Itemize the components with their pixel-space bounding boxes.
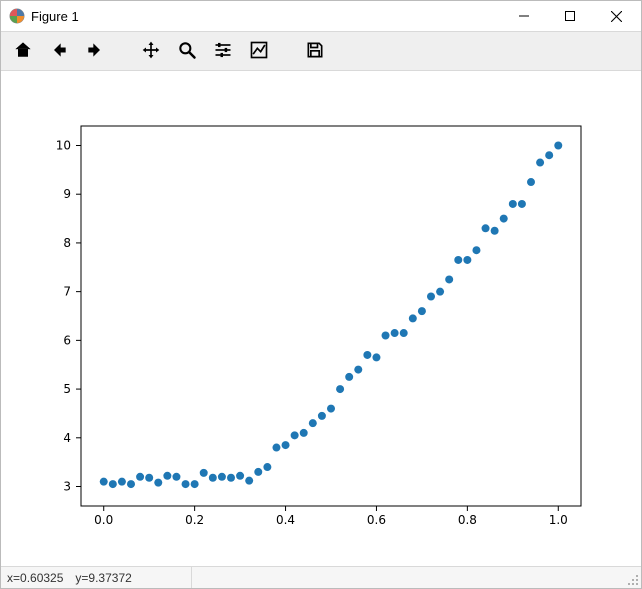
svg-text:9: 9: [63, 187, 71, 201]
pan-button[interactable]: [135, 35, 167, 67]
home-icon: [13, 40, 33, 63]
svg-text:4: 4: [63, 431, 71, 445]
svg-text:6: 6: [63, 333, 71, 347]
back-button[interactable]: [43, 35, 75, 67]
zoom-icon: [177, 40, 197, 63]
svg-text:8: 8: [63, 236, 71, 250]
move-icon: [141, 40, 161, 63]
svg-text:10: 10: [56, 138, 71, 152]
home-button[interactable]: [7, 35, 39, 67]
sliders-icon: [213, 40, 233, 63]
svg-text:0.8: 0.8: [458, 513, 477, 527]
arrow-left-icon: [49, 40, 69, 63]
arrow-right-icon: [85, 40, 105, 63]
svg-text:0.6: 0.6: [367, 513, 386, 527]
toolbar: [1, 31, 641, 71]
minimize-button[interactable]: [501, 1, 547, 31]
svg-text:1.0: 1.0: [549, 513, 568, 527]
configure-button[interactable]: [207, 35, 239, 67]
status-y: y=9.37372: [75, 571, 131, 585]
svg-text:0.0: 0.0: [94, 513, 113, 527]
svg-text:3: 3: [63, 480, 71, 494]
scatter-chart: 0.0 0.2 0.4 0.6 0.8 1.0 3 4 5 6 7 8 9 10: [1, 71, 641, 566]
plot-area[interactable]: 0.0 0.2 0.4 0.6 0.8 1.0 3 4 5 6 7 8 9 10: [1, 71, 641, 566]
forward-button[interactable]: [79, 35, 111, 67]
svg-text:0.4: 0.4: [276, 513, 295, 527]
app-icon: [9, 8, 25, 24]
status-x: x=0.60325: [7, 571, 63, 585]
svg-text:0.2: 0.2: [185, 513, 204, 527]
svg-text:7: 7: [63, 285, 71, 299]
chart-line-icon: [249, 40, 269, 63]
statusbar: x=0.60325 y=9.37372: [1, 566, 641, 588]
save-icon: [305, 40, 325, 63]
titlebar: Figure 1: [1, 1, 641, 31]
zoom-button[interactable]: [171, 35, 203, 67]
axes-button[interactable]: [243, 35, 275, 67]
svg-text:5: 5: [63, 382, 71, 396]
save-button[interactable]: [299, 35, 331, 67]
resize-grip-icon[interactable]: [627, 574, 639, 586]
maximize-button[interactable]: [547, 1, 593, 31]
close-button[interactable]: [593, 1, 639, 31]
window-title: Figure 1: [31, 9, 79, 24]
